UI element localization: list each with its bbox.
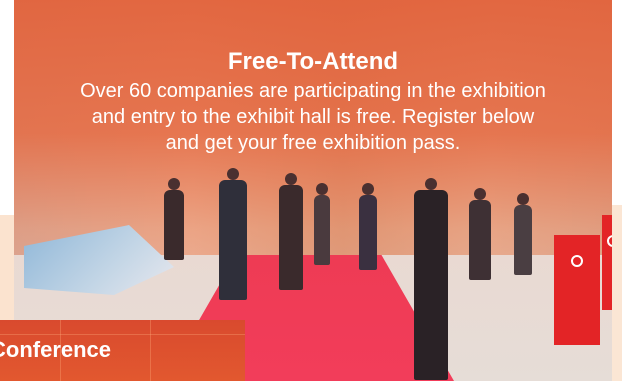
decorative-line (150, 320, 151, 381)
page: Free-To-Attend Over 60 companies are par… (0, 0, 622, 381)
brand-emblem-icon (571, 255, 583, 267)
attendee-silhouette (469, 188, 491, 280)
decorative-strip-right (612, 205, 622, 381)
attendee-silhouette (414, 178, 448, 380)
free-attend-section: Free-To-Attend Over 60 companies are par… (14, 48, 612, 156)
exhibitor-stand (554, 235, 600, 345)
conference-label[interactable]: Conference (0, 337, 111, 363)
exhibitor-stand (602, 215, 612, 310)
section-heading: Free-To-Attend (227, 48, 399, 75)
section-description: Over 60 companies are participating in t… (80, 80, 546, 154)
brand-emblem-icon (607, 235, 612, 247)
decorative-line (0, 334, 245, 335)
attendee-silhouette (279, 173, 303, 290)
attendee-silhouette (314, 183, 330, 265)
attendee-silhouette (359, 183, 377, 270)
attendee-silhouette (514, 193, 532, 275)
attendee-silhouette (164, 178, 184, 260)
attendee-silhouette (219, 168, 247, 300)
